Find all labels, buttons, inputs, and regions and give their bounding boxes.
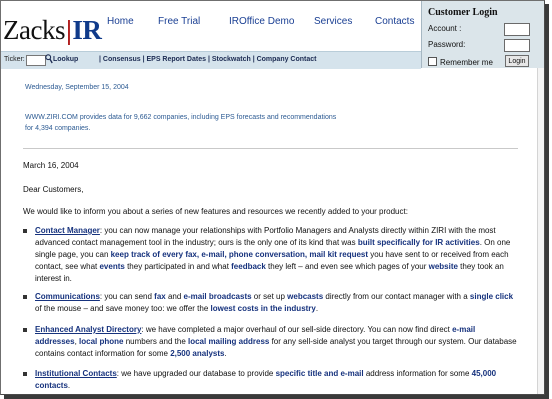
lookup-link[interactable]: Lookup bbox=[53, 56, 78, 63]
customer-login-panel: Customer Login Account : Password: Remem… bbox=[421, 1, 544, 68]
bullet-icon bbox=[23, 372, 27, 376]
list-item-text: Communications: you can send fax and e-m… bbox=[35, 291, 518, 315]
zacks-ir-logo[interactable]: Zacks|IR bbox=[3, 15, 102, 45]
ticker-input[interactable] bbox=[26, 55, 46, 66]
toolbar-links[interactable]: | Consensus | EPS Report Dates | Stockwa… bbox=[99, 56, 317, 63]
coverage-notice: WWW.ZIRI.COM provides data for 9,662 com… bbox=[25, 114, 337, 132]
remember-me-checkbox[interactable] bbox=[428, 57, 437, 66]
ticker-toolbar: Ticker: Lookup | Consensus | EPS Report … bbox=[1, 51, 421, 69]
list-item: Communications: you can send fax and e-m… bbox=[23, 291, 518, 315]
nav-free-trial[interactable]: Free Trial bbox=[158, 16, 200, 27]
site-header: Zacks|IR Home Free Trial IROffice Demo S… bbox=[1, 1, 544, 69]
password-label: Password: bbox=[428, 40, 466, 49]
bullet-icon bbox=[23, 295, 27, 299]
password-input[interactable] bbox=[504, 39, 530, 52]
divider bbox=[23, 148, 518, 149]
nav-home[interactable]: Home bbox=[107, 16, 134, 27]
contact-manager-link[interactable]: Contact Manager bbox=[35, 226, 100, 235]
current-date: Wednesday, September 15, 2004 bbox=[25, 84, 129, 91]
vertical-scrollbar[interactable] bbox=[537, 68, 544, 394]
list-item-text: Contact Manager: you can now manage your… bbox=[35, 225, 518, 285]
account-input[interactable] bbox=[504, 23, 530, 36]
analyst-directory-link[interactable]: Enhanced Analyst Directory bbox=[35, 325, 141, 334]
list-item-text: Institutional Contacts: we have upgraded… bbox=[35, 368, 518, 392]
bullet-icon bbox=[23, 229, 27, 233]
ticker-label: Ticker: bbox=[4, 56, 25, 63]
contact-manager-desc: : you can now manage your relationships … bbox=[35, 226, 511, 283]
intro-paragraph: We would like to inform you about a seri… bbox=[23, 207, 408, 216]
browser-page: Zacks|IR Home Free Trial IROffice Demo S… bbox=[0, 0, 545, 395]
login-title: Customer Login bbox=[428, 7, 498, 18]
remember-me-row[interactable]: Remember me bbox=[428, 57, 493, 67]
communications-link[interactable]: Communications bbox=[35, 292, 100, 301]
magnifier-icon[interactable] bbox=[45, 54, 53, 64]
login-button[interactable]: Login bbox=[505, 55, 529, 67]
communications-desc: : you can send fax and e-mail broadcasts… bbox=[35, 292, 514, 313]
list-item: Institutional Contacts: we have upgraded… bbox=[23, 368, 518, 392]
remember-me-label: Remember me bbox=[440, 58, 493, 67]
account-label: Account : bbox=[428, 24, 462, 33]
logo-text-zacks: Zacks bbox=[3, 15, 65, 45]
institutional-contacts-link[interactable]: Institutional Contacts bbox=[35, 369, 117, 378]
bullet-icon bbox=[23, 328, 27, 332]
nav-iroffice-demo[interactable]: IROffice Demo bbox=[229, 16, 294, 27]
letter-date: March 16, 2004 bbox=[23, 161, 79, 170]
main-nav: Home Free Trial IROffice Demo Services C… bbox=[93, 1, 420, 51]
main-content: Wednesday, September 15, 2004 WWW.ZIRI.C… bbox=[1, 68, 536, 394]
nav-contacts[interactable]: Contacts bbox=[375, 16, 414, 27]
list-item-text: Enhanced Analyst Directory: we have comp… bbox=[35, 324, 518, 360]
nav-services[interactable]: Services bbox=[314, 16, 352, 27]
list-item: Enhanced Analyst Directory: we have comp… bbox=[23, 324, 518, 360]
list-item: Contact Manager: you can now manage your… bbox=[23, 225, 518, 285]
salutation: Dear Customers, bbox=[23, 185, 84, 194]
